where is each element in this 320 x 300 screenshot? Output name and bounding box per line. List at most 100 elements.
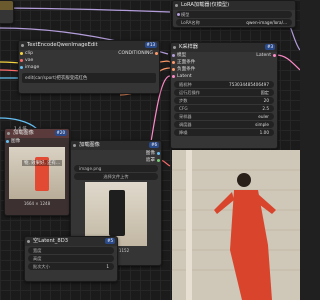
control-after-label: 运行后操作 (179, 90, 200, 95)
sampler-value: euler (258, 114, 269, 119)
control-after-value: 固定 (260, 90, 269, 95)
collapse-dot-icon[interactable] (7, 132, 10, 135)
output-conditioning-label: CONDITIONING (118, 51, 153, 56)
text-encode-node[interactable]: TextEncodeQwenImageEdit #13 clip CONDITION… (18, 40, 160, 94)
model-pin-icon[interactable] (177, 13, 180, 16)
scheduler-value: simple (255, 122, 269, 127)
upload-button[interactable]: 选择文件上传 (74, 173, 158, 180)
loader-input-image[interactable]: 图像 (5, 138, 69, 145)
image-select-value: image.png (79, 166, 102, 171)
group-label: 1.4 倍 (14, 127, 27, 132)
collapse-dot-icon[interactable] (73, 144, 76, 147)
node-id-badge: #5 (105, 238, 115, 244)
node-id-badge: #20 (54, 130, 67, 136)
batch-widget[interactable]: 批次大小 1 (28, 263, 114, 270)
ksampler-node[interactable]: K采样器 #3 模型 Latent 正面条件 负面条件 Latent 随机种 7530… (170, 42, 278, 149)
text-encode-title-text: TextEncodeQwenImageEdit (27, 42, 98, 48)
offscreen-node-left[interactable] (0, 0, 14, 24)
cfg-label: CFG (179, 106, 188, 111)
lora-model-input[interactable]: 模型 (176, 11, 292, 18)
input-negative[interactable]: 负面条件 (171, 66, 277, 73)
offscreen-node-title (0, 1, 13, 10)
prompt-textarea[interactable]: edit(car/sport)把衣服变成红色 (22, 73, 156, 83)
width-label: 宽度 (33, 248, 42, 253)
denoise-widget[interactable]: 降噪 1.00 (174, 129, 274, 136)
lora-name-value: qwen-image/lora/... (246, 20, 287, 25)
denoise-label: 降噪 (179, 130, 188, 135)
lora-model-label: 模型 (181, 12, 190, 17)
output-latent-label: Latent (256, 53, 271, 58)
node-id-badge: #6 (149, 142, 159, 148)
latent-pin-icon[interactable] (172, 75, 175, 78)
sampler-widget[interactable]: 采样器 euler (174, 113, 274, 120)
output-image[interactable]: 图像 (71, 150, 161, 157)
clip-pin-icon[interactable] (20, 52, 23, 55)
image-select-widget[interactable]: image.png (74, 165, 158, 172)
image-pin-icon[interactable] (20, 66, 23, 69)
collapse-dot-icon[interactable] (173, 46, 176, 49)
batch-value: 1 (106, 264, 109, 269)
sampler-label: 采样器 (179, 114, 192, 119)
batch-label: 批次大小 (33, 264, 50, 269)
scheduler-widget[interactable]: 调度器 simple (174, 121, 274, 128)
loader-size-caption: 1664 × 1248 (23, 201, 51, 206)
collapse-dot-icon[interactable] (175, 4, 178, 7)
input-image[interactable]: image (19, 64, 159, 71)
seed-value: 753034485406497 (229, 82, 269, 87)
load-image-node-left[interactable]: 加载图像 #20 图像 1664 × 1248 (4, 128, 70, 216)
input-image-label: image (25, 65, 40, 70)
cfg-value: 2.5 (262, 106, 269, 111)
latent-out-pin-icon[interactable] (273, 54, 276, 57)
input-vae-label: vae (25, 58, 34, 63)
collapse-dot-icon[interactable] (27, 240, 30, 243)
ksampler-title[interactable]: K采样器 #3 (171, 43, 277, 52)
collapse-dot-icon[interactable] (21, 44, 24, 47)
input-vae[interactable]: vae (19, 57, 159, 64)
image-pin-icon[interactable] (6, 140, 9, 143)
input-latent-label: Latent (177, 74, 192, 79)
output-photo-svg (172, 150, 300, 300)
empty-latent-title[interactable]: 空Latent_8D3 #5 (25, 237, 117, 246)
steps-value: 20 (263, 98, 269, 103)
loader-preview-image (9, 147, 65, 199)
steps-label: 步数 (179, 98, 188, 103)
ksampler-title-text: K采样器 (179, 44, 198, 50)
steps-widget[interactable]: 步数 20 (174, 97, 274, 104)
lora-loader-node[interactable]: LoRA加载器(仅模型) 模型 LoRA名称 qwen-image/lora/..… (172, 0, 296, 28)
input-latent[interactable]: Latent (171, 73, 277, 80)
output-image-label: 图像 (145, 151, 155, 156)
upload-button-label: 选择文件上传 (103, 174, 129, 179)
conditioning-pin-icon[interactable] (155, 52, 158, 55)
loader-input-label: 图像 (11, 139, 21, 144)
text-encode-title[interactable]: TextEncodeQwenImageEdit #13 (19, 41, 159, 50)
input-model-label: 模型 (177, 53, 187, 58)
seed-label: 随机种 (179, 82, 192, 87)
vae-pin-icon[interactable] (20, 59, 23, 62)
input-negative-label: 负面条件 (177, 67, 196, 72)
scheduler-label: 调度器 (179, 122, 192, 127)
width-widget[interactable]: 宽度 (28, 247, 114, 254)
mask-out-pin-icon[interactable] (157, 159, 160, 162)
positive-pin-icon[interactable] (172, 61, 175, 64)
input-model[interactable]: 模型 Latent (171, 52, 277, 59)
height-widget[interactable]: 高度 (28, 255, 114, 262)
image-out-pin-icon[interactable] (157, 152, 160, 155)
output-mask[interactable]: 遮罩 (71, 157, 161, 164)
negative-pin-icon[interactable] (172, 68, 175, 71)
empty-latent-node[interactable]: 空Latent_8D3 #5 宽度 高度 批次大小 1 (24, 236, 118, 282)
cfg-widget[interactable]: CFG 2.5 (174, 105, 274, 112)
lora-node-title[interactable]: LoRA加载器(仅模型) (173, 1, 295, 10)
empty-latent-title-text: 空Latent_8D3 (33, 238, 68, 244)
overlay-text-fragment: 物, 效果好, 还有... (22, 160, 63, 166)
node-id-badge: #3 (265, 44, 275, 50)
control-after-widget[interactable]: 运行后操作 固定 (174, 89, 274, 96)
model-pin-icon[interactable] (172, 54, 175, 57)
output-preview-image (172, 150, 300, 300)
lora-name-label: LoRA名称 (181, 20, 200, 25)
input-clip[interactable]: clip CONDITIONING (19, 50, 159, 57)
lora-name-widget[interactable]: LoRA名称 qwen-image/lora/... (176, 19, 292, 26)
input-positive[interactable]: 正面条件 (171, 59, 277, 66)
seed-widget[interactable]: 随机种 753034485406497 (174, 81, 274, 88)
figure-dark-outfit (109, 190, 125, 236)
load-image-title[interactable]: 加载图像 #6 (71, 141, 161, 150)
